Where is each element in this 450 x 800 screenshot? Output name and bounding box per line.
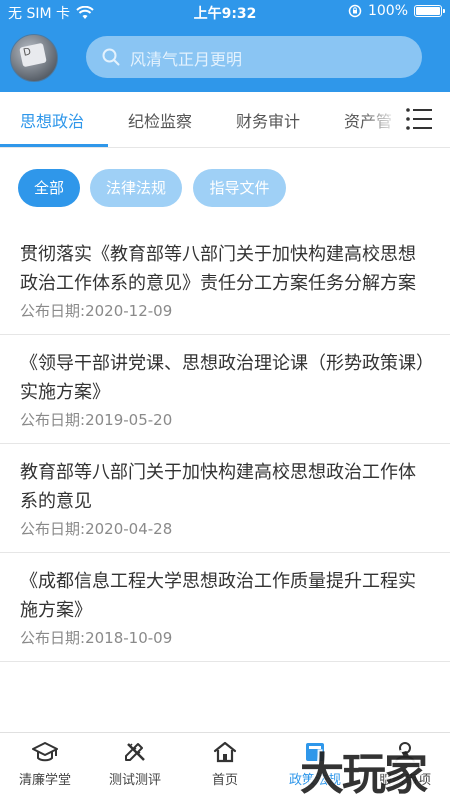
article-date: 公布日期:2020-12-09 (20, 300, 430, 322)
battery-label: 100% (367, 3, 408, 19)
category-tabs: 思想政治 纪检监察 财务审计 资产管 (0, 92, 450, 148)
pencil-ruler-icon (125, 743, 145, 761)
article-title: 贯彻落实《教育部等八部门关于加快构建高校思想政治工作体系的意见》责任分工方案任务… (20, 244, 416, 294)
watermark: 大玩家 (300, 749, 428, 800)
avatar[interactable]: D (10, 34, 58, 82)
search-placeholder: 风清气正月更明 (130, 50, 243, 69)
date-prefix: 公布日期: (20, 302, 86, 320)
tabs-fade (360, 92, 400, 147)
article-list: 贯彻落实《教育部等八部门关于加快构建高校思想政治工作体系的意见》责任分工方案任务… (0, 226, 450, 662)
category-menu-button[interactable] (400, 92, 450, 147)
keyboard-key-icon: D (19, 42, 47, 68)
nav-label: 清廉学堂 (18, 773, 71, 788)
battery-icon (414, 5, 445, 17)
tab-finance-audit[interactable]: 财务审计 (236, 108, 300, 132)
date-value: 2020-12-09 (85, 302, 173, 320)
date-value: 2018-10-09 (85, 629, 173, 647)
filter-chips: 全部 法律法规 指导文件 (0, 148, 450, 226)
status-right: 100% (348, 3, 445, 19)
search-icon (102, 48, 120, 66)
list-item[interactable]: 教育部等八部门关于加快构建高校思想政治工作体系的意见 公布日期:2020-04-… (0, 444, 450, 553)
filter-laws-chip[interactable]: 法律法规 (90, 169, 182, 207)
nav-label: 首页 (211, 773, 238, 788)
nav-item-integrity-school[interactable]: 清廉学堂 (0, 741, 90, 788)
article-date: 公布日期:2018-10-09 (20, 627, 430, 649)
list-menu-icon (406, 108, 432, 130)
graduation-cap-icon (32, 742, 58, 762)
tab-discipline-inspection[interactable]: 纪检监察 (128, 108, 192, 132)
article-date: 公布日期:2020-04-28 (20, 518, 430, 540)
date-prefix: 公布日期: (20, 520, 86, 538)
date-prefix: 公布日期: (20, 411, 86, 429)
active-tab-indicator (0, 144, 108, 147)
search-input[interactable]: 风清气正月更明 (86, 36, 422, 78)
article-title: 《领导干部讲党课、思想政治理论课（形势政策课）实施方案》 (20, 353, 425, 403)
date-prefix: 公布日期: (20, 629, 86, 647)
orientation-lock-icon (348, 4, 362, 18)
list-item[interactable]: 《领导干部讲党课、思想政治理论课（形势政策课）实施方案》 公布日期:2019-0… (0, 335, 450, 444)
article-title: 教育部等八部门关于加快构建高校思想政治工作体系的意见 (20, 462, 416, 512)
nav-label: 测试测评 (108, 773, 161, 788)
article-date: 公布日期:2019-05-20 (20, 409, 430, 431)
filter-all-chip[interactable]: 全部 (18, 169, 80, 207)
tab-ideological-politics[interactable]: 思想政治 (20, 108, 84, 132)
status-bar: 无 SIM 卡 上午9:32 100% (0, 0, 450, 24)
date-value: 2019-05-20 (85, 411, 173, 429)
date-value: 2020-04-28 (85, 520, 173, 538)
article-title: 《成都信息工程大学思想政治工作质量提升工程实施方案》 (20, 571, 416, 621)
list-item[interactable]: 《成都信息工程大学思想政治工作质量提升工程实施方案》 公布日期:2018-10-… (0, 553, 450, 662)
list-item[interactable]: 贯彻落实《教育部等八部门关于加快构建高校思想政治工作体系的意见》责任分工方案任务… (0, 226, 450, 335)
nav-item-tests[interactable]: 测试测评 (90, 741, 180, 788)
app-header: D 风清气正月更明 (0, 24, 450, 92)
home-icon (213, 741, 237, 763)
filter-guidance-chip[interactable]: 指导文件 (193, 169, 286, 207)
nav-item-home[interactable]: 首页 (180, 741, 270, 788)
